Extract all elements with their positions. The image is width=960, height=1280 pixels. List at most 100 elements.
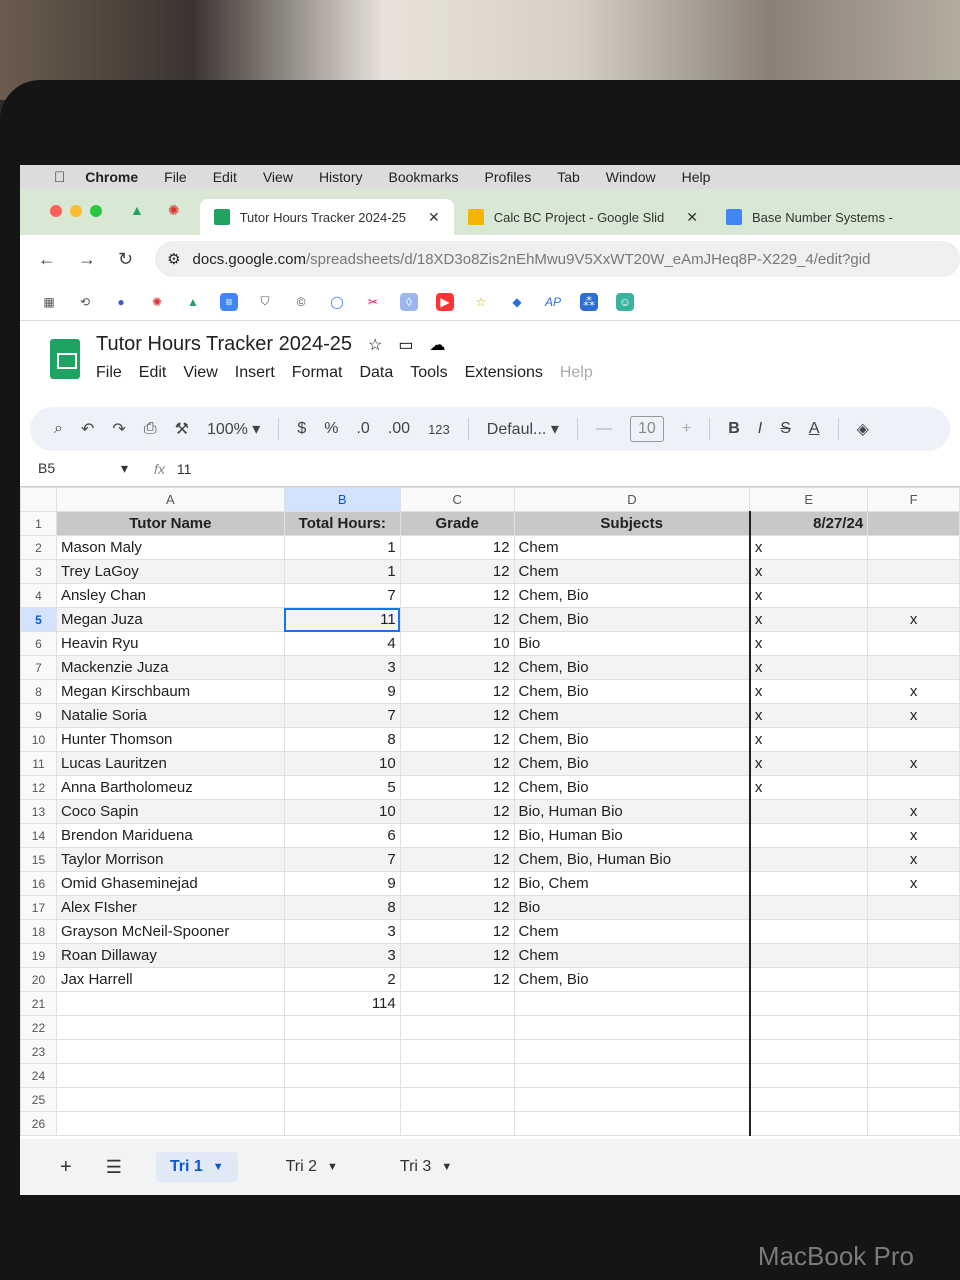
- attendance-cell[interactable]: [748, 943, 869, 968]
- row-header[interactable]: 6: [20, 631, 57, 656]
- attendance-cell[interactable]: [867, 631, 960, 656]
- fill-color-icon[interactable]: ◈: [857, 419, 869, 439]
- subjects-cell[interactable]: Chem, Bio: [513, 967, 751, 992]
- row-header[interactable]: 4: [20, 583, 57, 608]
- bookmark-icon[interactable]: ◆: [508, 293, 526, 311]
- italic-button[interactable]: I: [758, 420, 762, 438]
- subjects-cell[interactable]: Bio: [513, 631, 751, 656]
- currency-button[interactable]: $: [297, 420, 306, 438]
- bookmark-icon[interactable]: ⁂: [580, 292, 598, 311]
- font-size-input[interactable]: 10: [629, 416, 664, 442]
- doc-menu-extensions[interactable]: Extensions: [465, 364, 543, 382]
- tutor-name-cell[interactable]: Brendon Mariduena: [55, 823, 285, 848]
- doc-menu-data[interactable]: Data: [359, 364, 393, 382]
- tutor-name-cell[interactable]: Megan Kirschbaum: [55, 679, 285, 704]
- subjects-cell[interactable]: Bio, Human Bio: [513, 799, 751, 824]
- empty-cell[interactable]: [867, 991, 960, 1016]
- hours-cell[interactable]: 7: [283, 703, 401, 728]
- empty-cell[interactable]: [748, 1039, 869, 1064]
- tutor-name-cell[interactable]: Jax Harrell: [55, 967, 285, 992]
- hours-cell[interactable]: 3: [283, 943, 401, 968]
- row-header[interactable]: 16: [20, 871, 57, 896]
- hours-cell[interactable]: 6: [283, 823, 401, 848]
- attendance-cell[interactable]: x: [867, 847, 960, 872]
- sheets-logo-icon[interactable]: [50, 339, 80, 379]
- empty-cell[interactable]: [283, 1063, 401, 1088]
- redo-icon[interactable]: ↷: [112, 419, 125, 439]
- grade-cell[interactable]: 12: [399, 583, 515, 608]
- percent-button[interactable]: %: [324, 420, 338, 438]
- row-header[interactable]: 26: [20, 1111, 57, 1136]
- font-size-increase-button[interactable]: +: [682, 420, 691, 438]
- row-header[interactable]: 7: [20, 655, 57, 680]
- browser-tab[interactable]: Calc BC Project - Google Slid ✕: [454, 199, 712, 235]
- subjects-cell[interactable]: Chem, Bio: [513, 727, 751, 752]
- grade-cell[interactable]: 12: [399, 679, 515, 704]
- grade-cell[interactable]: 12: [399, 967, 515, 992]
- attendance-cell[interactable]: x: [748, 631, 869, 656]
- attendance-cell[interactable]: [748, 847, 869, 872]
- hours-cell[interactable]: 7: [283, 583, 401, 608]
- name-box[interactable]: B5 ▾: [38, 460, 128, 477]
- header-cell-name[interactable]: Tutor Name: [55, 511, 285, 536]
- tutor-name-cell[interactable]: Ansley Chan: [55, 583, 285, 608]
- attendance-cell[interactable]: x: [748, 727, 869, 752]
- hours-cell[interactable]: 2: [283, 967, 401, 992]
- attendance-cell[interactable]: [867, 559, 960, 584]
- row-header[interactable]: 9: [20, 703, 57, 728]
- attendance-cell[interactable]: x: [748, 607, 869, 632]
- number-format-button[interactable]: 123: [428, 422, 450, 437]
- tutor-name-cell[interactable]: Coco Sapin: [55, 799, 285, 824]
- subjects-cell[interactable]: Bio, Chem: [513, 871, 751, 896]
- subjects-cell[interactable]: Chem, Bio: [513, 655, 751, 680]
- row-header[interactable]: 25: [20, 1087, 57, 1112]
- tutor-name-cell[interactable]: Anna Bartholomeuz: [55, 775, 285, 800]
- formula-input[interactable]: 11: [177, 461, 192, 477]
- tutor-name-cell[interactable]: Hunter Thomson: [55, 727, 285, 752]
- star-icon[interactable]: ☆: [368, 335, 382, 355]
- empty-cell[interactable]: [399, 1087, 515, 1112]
- search-bookmark-icon[interactable]: ◯: [328, 293, 346, 311]
- grade-cell[interactable]: 12: [399, 823, 515, 848]
- empty-cell[interactable]: [513, 991, 751, 1016]
- empty-cell[interactable]: [748, 1015, 869, 1040]
- attendance-cell[interactable]: x: [748, 583, 869, 608]
- chevron-down-icon[interactable]: ▼: [213, 1161, 224, 1173]
- attendance-cell[interactable]: [867, 583, 960, 608]
- font-select[interactable]: Defaul... ▾: [487, 419, 559, 439]
- row-header[interactable]: 11: [20, 751, 57, 776]
- attendance-cell[interactable]: x: [867, 823, 960, 848]
- sheet-tab-tri-2[interactable]: Tri 2 ▼: [272, 1152, 352, 1182]
- grade-cell[interactable]: 12: [399, 799, 515, 824]
- empty-cell[interactable]: [748, 1111, 869, 1136]
- hours-cell[interactable]: 10: [283, 751, 401, 776]
- tutor-name-cell[interactable]: Trey LaGoy: [55, 559, 285, 584]
- tutor-name-cell[interactable]: Grayson McNeil-Spooner: [55, 919, 285, 944]
- attendance-cell[interactable]: x: [867, 871, 960, 896]
- row-header[interactable]: 23: [20, 1039, 57, 1064]
- attendance-cell[interactable]: x: [867, 703, 960, 728]
- column-header-e[interactable]: E: [749, 487, 869, 512]
- doc-menu-file[interactable]: File: [96, 364, 122, 382]
- row-header[interactable]: 14: [20, 823, 57, 848]
- header-cell-date[interactable]: 8/27/24: [748, 511, 869, 536]
- tutor-name-cell[interactable]: Lucas Lauritzen: [55, 751, 285, 776]
- tutor-name-cell[interactable]: Roan Dillaway: [55, 943, 285, 968]
- bold-button[interactable]: B: [728, 420, 740, 438]
- attendance-cell[interactable]: [867, 775, 960, 800]
- attendance-cell[interactable]: x: [748, 751, 869, 776]
- zoom-select[interactable]: 100% ▾: [207, 419, 260, 439]
- hours-cell[interactable]: 8: [283, 727, 401, 752]
- row-header[interactable]: 19: [20, 943, 57, 968]
- empty-cell[interactable]: [399, 1111, 515, 1136]
- total-hours-cell[interactable]: 114: [283, 991, 401, 1016]
- column-header-d[interactable]: D: [513, 487, 751, 512]
- empty-cell[interactable]: [513, 1063, 751, 1088]
- row-header[interactable]: 20: [20, 967, 57, 992]
- back-icon[interactable]: ←: [38, 249, 56, 270]
- row-header[interactable]: 24: [20, 1063, 57, 1088]
- bookmark-icon[interactable]: ◊: [400, 292, 418, 311]
- grade-cell[interactable]: 12: [399, 727, 515, 752]
- empty-cell[interactable]: [55, 991, 285, 1016]
- attendance-cell[interactable]: [867, 967, 960, 992]
